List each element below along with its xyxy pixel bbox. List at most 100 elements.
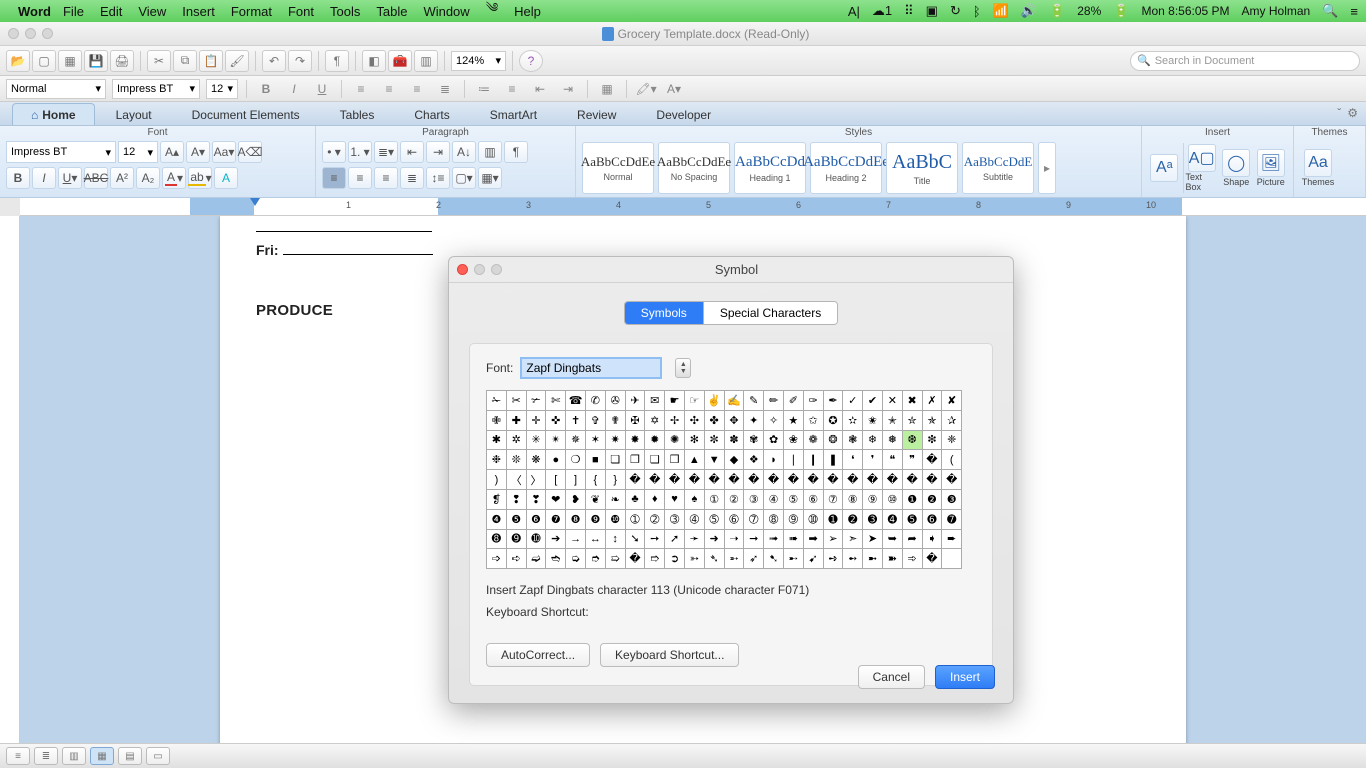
symbol-cell[interactable]: � <box>923 470 943 490</box>
symbol-cell[interactable]: ✐ <box>784 391 804 411</box>
symbol-cell[interactable]: ✕ <box>883 391 903 411</box>
symbol-cell[interactable]: ① <box>705 490 725 510</box>
symbol-cell[interactable]: ➫ <box>527 549 547 569</box>
symbol-cell[interactable]: ➶ <box>744 549 764 569</box>
cancel-button[interactable]: Cancel <box>858 665 925 689</box>
symbol-cell[interactable]: ➈ <box>784 510 804 530</box>
symbol-cell[interactable]: ❣ <box>527 490 547 510</box>
symbol-cell[interactable]: ✹ <box>645 431 665 451</box>
symbol-cell[interactable]: ➝ <box>725 530 745 550</box>
symbol-cell[interactable]: ❈ <box>942 431 962 451</box>
vertical-ruler[interactable] <box>0 216 20 761</box>
symbol-cell[interactable]: ➄ <box>705 510 725 530</box>
text-box-button[interactable]: A▢Text Box <box>1185 144 1218 192</box>
outdent-button[interactable]: ⇤ <box>529 79 551 99</box>
symbol-cell[interactable]: ✩ <box>804 411 824 431</box>
symbol-cell[interactable]: ✿ <box>764 431 784 451</box>
align-center-button-r[interactable]: ≡ <box>348 167 372 189</box>
italic-button[interactable]: I <box>283 79 305 99</box>
adobe-icon[interactable]: A| <box>848 4 860 19</box>
battery-time-icon[interactable]: 🔋 <box>1049 3 1065 19</box>
borders-button-r[interactable]: ▦▾ <box>478 167 502 189</box>
symbol-cell[interactable]: ➆ <box>744 510 764 530</box>
symbol-cell[interactable]: ❅ <box>883 431 903 451</box>
symbol-cell[interactable]: ❾ <box>586 510 606 530</box>
dialog-tab-switcher[interactable]: Symbols Special Characters <box>624 301 838 325</box>
save-button[interactable]: 💾 <box>84 50 108 72</box>
symbol-cell[interactable]: ✥ <box>725 411 745 431</box>
symbol-cell[interactable]: ✽ <box>725 431 745 451</box>
themes-button[interactable]: AaThemes <box>1300 149 1336 187</box>
symbol-cell[interactable]: ♦ <box>645 490 665 510</box>
symbol-cell[interactable]: ② <box>725 490 745 510</box>
symbol-cell[interactable]: ♣ <box>626 490 646 510</box>
symbol-cell[interactable]: ❝ <box>883 450 903 470</box>
symbol-cell[interactable]: � <box>923 450 943 470</box>
menu-insert[interactable]: Insert <box>182 4 215 19</box>
symbol-cell[interactable]: ➯ <box>606 549 626 569</box>
symbol-cell[interactable]: ⑩ <box>883 490 903 510</box>
symbol-cell[interactable]: ✔ <box>863 391 883 411</box>
ribbon-collapse-icon[interactable]: ˇ <box>1337 106 1341 120</box>
symbol-cell[interactable]: ⑤ <box>784 490 804 510</box>
search-in-document[interactable]: 🔍 Search in Document <box>1130 51 1360 71</box>
symbol-cell[interactable]: ❧ <box>606 490 626 510</box>
font-combobox[interactable] <box>521 358 661 378</box>
symbol-cell[interactable]: ➼ <box>863 549 883 569</box>
airplay-icon[interactable]: ▣ <box>926 3 938 19</box>
indent-marker[interactable] <box>250 198 260 206</box>
tab-layout[interactable]: Layout <box>97 103 171 125</box>
symbol-cell[interactable]: ) <box>487 470 507 490</box>
symbol-cell[interactable]: ➪ <box>507 549 527 569</box>
menu-script-icon[interactable]: ༄ <box>486 0 498 30</box>
symbol-cell[interactable]: ❁ <box>804 431 824 451</box>
symbol-cell[interactable]: ➜ <box>705 530 725 550</box>
symbol-cell[interactable]: ➧ <box>923 530 943 550</box>
symbol-cell[interactable]: ➦ <box>903 530 923 550</box>
symbol-cell[interactable]: ❚ <box>824 450 844 470</box>
symbol-cell[interactable]: ➏ <box>923 510 943 530</box>
symbol-cell[interactable]: ➽ <box>883 549 903 569</box>
copy-button[interactable]: ⧉ <box>173 50 197 72</box>
symbol-cell[interactable]: ❽ <box>566 510 586 530</box>
symbol-cell[interactable]: ⑥ <box>804 490 824 510</box>
tab-document-elements[interactable]: Document Elements <box>173 103 319 125</box>
symbol-cell[interactable]: ➋ <box>843 510 863 530</box>
symbol-cell[interactable]: ➒ <box>507 530 527 550</box>
grow-font-button[interactable]: A▴ <box>160 141 184 163</box>
symbol-cell[interactable]: ✓ <box>843 391 863 411</box>
symbol-cell[interactable]: ▲ <box>685 450 705 470</box>
sort-button[interactable]: A↓ <box>452 141 476 163</box>
symbol-cell[interactable]: ✮ <box>903 411 923 431</box>
symbol-cell[interactable]: ✵ <box>566 431 586 451</box>
symbol-cell[interactable]: ➇ <box>764 510 784 530</box>
symbol-cell[interactable]: ➂ <box>665 510 685 530</box>
symbol-cell[interactable]: ❤ <box>546 490 566 510</box>
symbol-cell[interactable]: � <box>784 470 804 490</box>
symbol-cell[interactable]: ✑ <box>804 391 824 411</box>
close-icon[interactable] <box>457 264 468 275</box>
symbol-cell[interactable]: ✻ <box>685 431 705 451</box>
symbol-cell[interactable]: ➩ <box>487 549 507 569</box>
volume-icon[interactable]: 🔊 <box>1021 3 1037 19</box>
symbol-cell[interactable]: ✎ <box>744 391 764 411</box>
symbol-cell[interactable]: ✗ <box>923 391 943 411</box>
symbol-cell[interactable]: ✉ <box>645 391 665 411</box>
symbol-cell[interactable]: ♥ <box>665 490 685 510</box>
align-center-button[interactable]: ≡ <box>378 79 400 99</box>
clear-format-button[interactable]: A⌫ <box>238 141 262 163</box>
symbol-cell[interactable]: � <box>804 470 824 490</box>
symbol-cell[interactable]: ➞ <box>744 530 764 550</box>
timemachine-icon[interactable]: ↻ <box>950 3 961 19</box>
symbol-cell[interactable]: ❜ <box>863 450 883 470</box>
symbol-cell[interactable]: ✰ <box>942 411 962 431</box>
symbol-cell[interactable]: ❉ <box>487 450 507 470</box>
symbol-cell[interactable]: ✍ <box>725 391 745 411</box>
symbol-cell[interactable]: [ <box>546 470 566 490</box>
symbol-cell[interactable]: ➘ <box>626 530 646 550</box>
columns-button[interactable]: ▥ <box>478 141 502 163</box>
symbol-cell[interactable]: ◗ <box>764 450 784 470</box>
symbol-cell[interactable]: ✁ <box>487 391 507 411</box>
symbol-cell[interactable]: ➡ <box>804 530 824 550</box>
symbol-cell[interactable]: ✘ <box>942 391 962 411</box>
